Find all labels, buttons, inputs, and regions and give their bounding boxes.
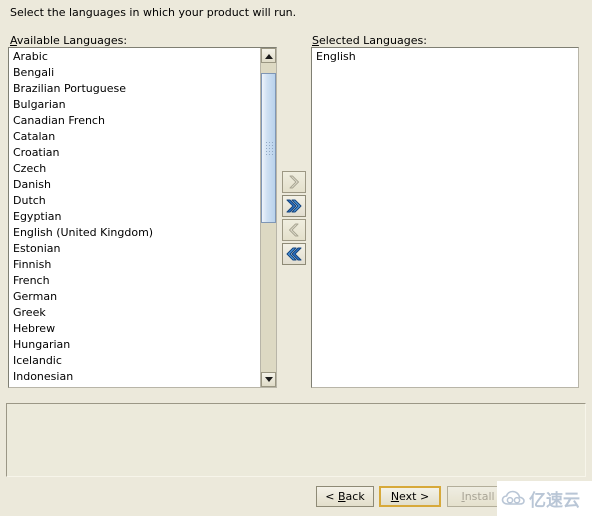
available-language-item[interactable]: English (United Kingdom) [9,225,260,241]
selected-languages-listbox[interactable]: English [311,47,579,388]
available-language-item[interactable]: Indonesian [9,369,260,385]
install-button-suffix: nstall [464,490,495,503]
available-language-item[interactable]: French [9,273,260,289]
available-language-item[interactable]: Croatian [9,145,260,161]
available-language-item[interactable]: Estonian [9,241,260,257]
scroll-down-button[interactable] [261,372,276,387]
available-language-item[interactable]: Dutch [9,193,260,209]
available-language-item[interactable]: Icelandic [9,353,260,369]
available-language-item[interactable]: Egyptian [9,209,260,225]
cloud-logo-icon [501,490,525,505]
available-language-item[interactable]: Finnish [9,257,260,273]
available-language-item[interactable]: Danish [9,177,260,193]
back-button-mnemonic: B [338,490,346,503]
transfer-button-group [282,171,306,267]
back-button[interactable]: < Back [316,486,374,507]
available-language-item[interactable]: Greek [9,305,260,321]
selected-languages-viewport[interactable]: English [312,48,578,387]
move-right-single-button[interactable] [282,171,306,193]
available-languages-label: Available Languages: [10,34,127,47]
available-language-item[interactable]: Catalan [9,129,260,145]
selected-label-mnemonic: S [312,34,319,47]
chevron-left-double-icon [286,247,302,261]
selected-languages-label: Selected Languages: [312,34,427,47]
available-language-item[interactable]: German [9,289,260,305]
move-left-single-button[interactable] [282,219,306,241]
available-label-mnemonic: A [10,34,17,47]
move-left-all-button[interactable] [282,243,306,265]
selected-label-rest: elected Languages: [318,34,427,47]
scroll-thumb[interactable] [261,73,276,223]
next-button-suffix: ext > [399,490,430,503]
available-language-item[interactable]: Hungarian [9,337,260,353]
next-button-mnemonic: N [390,490,400,503]
selected-language-item[interactable]: English [312,49,578,65]
back-button-prefix: < [325,490,338,503]
available-language-item[interactable]: Bengali [9,65,260,81]
available-language-item[interactable]: Arabic [9,49,260,65]
watermark-text: 亿速云 [529,491,580,511]
watermark-overlay: 亿速云 [497,481,592,516]
available-language-item[interactable]: Hebrew [9,321,260,337]
lower-content-panel [6,403,586,477]
triangle-down-icon [264,376,273,382]
back-button-suffix: ack [345,490,365,503]
chevron-right-double-icon [286,199,302,213]
available-languages-listbox[interactable]: Arabic Bengali Brazilian Portuguese Bulgari… [8,47,277,388]
next-button[interactable]: Next > [379,486,441,507]
available-language-item[interactable]: Canadian French [9,113,260,129]
triangle-up-icon [264,53,273,59]
chevron-right-single-icon [289,175,299,189]
available-languages-scrollbar[interactable] [260,48,276,387]
available-languages-viewport[interactable]: Arabic Bengali Brazilian Portuguese Bulgari… [9,48,260,387]
available-language-item[interactable]: Brazilian Portuguese [9,81,260,97]
instruction-text: Select the languages in which your produ… [10,6,297,19]
chevron-left-single-icon [289,223,299,237]
scroll-track[interactable] [261,63,276,372]
available-language-item[interactable]: Czech [9,161,260,177]
scroll-thumb-grip-icon [264,141,274,156]
available-language-item[interactable]: Bulgarian [9,97,260,113]
move-right-all-button[interactable] [282,195,306,217]
scroll-up-button[interactable] [261,48,276,63]
available-label-rest: vailable Languages: [16,34,128,47]
